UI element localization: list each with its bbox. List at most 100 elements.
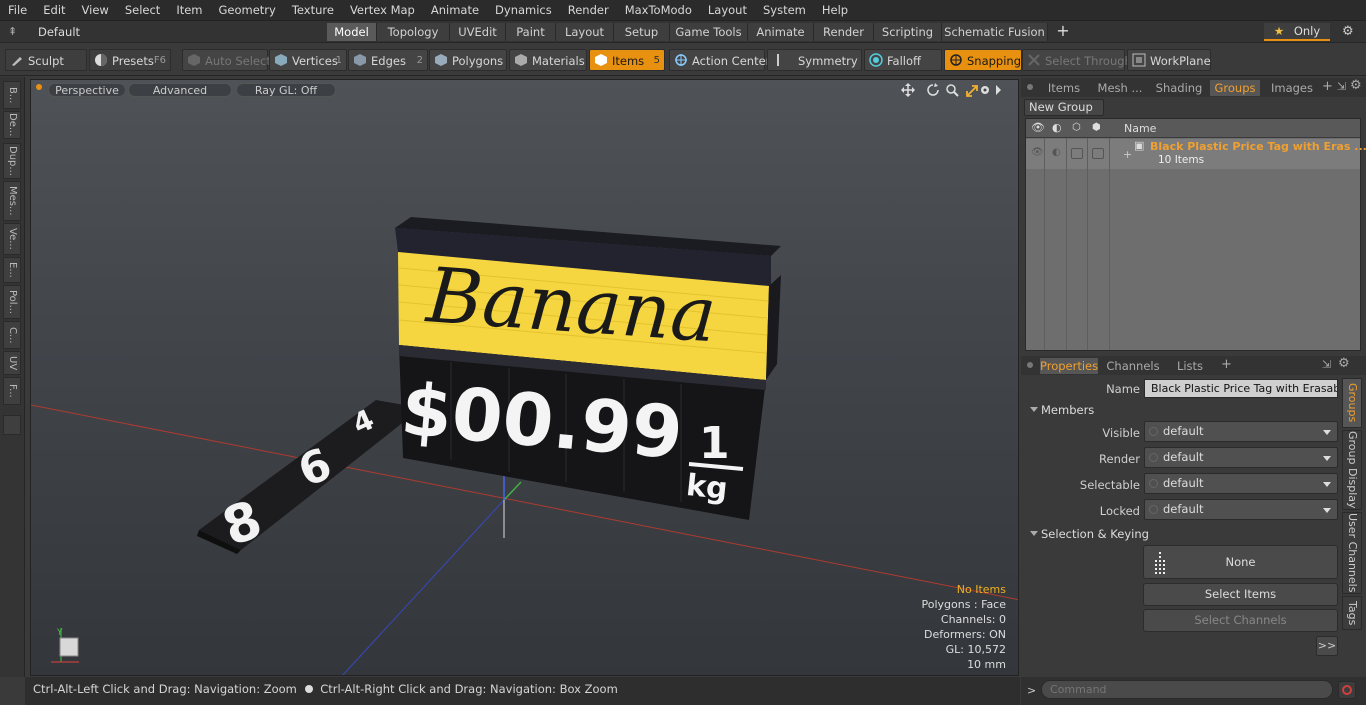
tab-topology[interactable]: Topology (377, 23, 450, 41)
menu-edit[interactable]: Edit (35, 0, 73, 21)
workplane-button[interactable]: WorkPlane (1127, 49, 1211, 71)
presets-button[interactable]: Presets F6 (89, 49, 171, 71)
locked-dropdown[interactable]: default (1144, 499, 1338, 520)
side-tab-tags[interactable]: Tags (1342, 596, 1362, 630)
members-section[interactable]: Members (1025, 402, 1360, 418)
tab-lists[interactable]: Lists (1168, 358, 1212, 374)
tab-animate[interactable]: Animate (748, 23, 814, 41)
left-tab-deform[interactable]: De... (3, 111, 21, 139)
tab-paint[interactable]: Paint (506, 23, 556, 41)
layout-menu-icon[interactable]: ⇞ (8, 25, 20, 38)
expand-plus-icon[interactable]: + (1123, 148, 1132, 161)
panel-gear-icon[interactable]: ⚙ (1350, 78, 1362, 93)
left-tab-edge[interactable]: E... (3, 257, 21, 283)
items-button[interactable]: Items 5 (589, 49, 665, 71)
props-menu-dot[interactable] (1027, 362, 1033, 368)
tab-model[interactable]: Model (327, 23, 377, 41)
action-center-button[interactable]: Action Center (669, 49, 770, 71)
selectable-dropdown[interactable]: default (1144, 473, 1338, 494)
add-props-tab-icon[interactable]: + (1221, 357, 1232, 372)
menu-vertex-map[interactable]: Vertex Map (342, 0, 423, 21)
auto-select-button[interactable]: Auto Select (182, 49, 271, 71)
tab-items[interactable]: Items (1040, 80, 1088, 96)
menu-texture[interactable]: Texture (284, 0, 342, 21)
vertices-button[interactable]: Vertices 1 (269, 49, 347, 71)
side-tab-group-display[interactable]: Group Display (1342, 430, 1362, 510)
more-button[interactable]: >> (1316, 636, 1338, 656)
tab-channels[interactable]: Channels (1104, 358, 1162, 374)
left-tab-expand[interactable] (3, 415, 21, 435)
visible-dropdown[interactable]: default (1144, 421, 1338, 442)
tab-setup[interactable]: Setup (614, 23, 670, 41)
tab-groups[interactable]: Groups (1210, 80, 1260, 96)
snapping-button[interactable]: Snapping (944, 49, 1022, 71)
menu-help[interactable]: Help (814, 0, 856, 21)
row-render-icon[interactable]: ◐ (1052, 147, 1061, 158)
panel-expand-icon[interactable]: ⇲ (1337, 80, 1346, 93)
symmetry-button[interactable]: Symmetry (767, 49, 862, 71)
render-icon[interactable]: ◐ (1052, 121, 1062, 134)
panel-menu-dot[interactable] (1027, 84, 1033, 90)
props-gear-icon[interactable]: ⚙ (1338, 356, 1350, 371)
menu-animate[interactable]: Animate (423, 0, 487, 21)
tab-uvedit[interactable]: UVEdit (450, 23, 506, 41)
side-tab-groups[interactable]: Groups (1342, 378, 1362, 428)
tab-game-tools[interactable]: Game Tools (670, 23, 748, 41)
menu-select[interactable]: Select (117, 0, 168, 21)
falloff-button[interactable]: Falloff (864, 49, 942, 71)
tab-layout[interactable]: Layout (556, 23, 614, 41)
record-button[interactable] (1338, 681, 1356, 699)
left-tab-mesh-edit[interactable]: Mes... (3, 181, 21, 221)
menu-view[interactable]: View (74, 0, 117, 21)
3d-viewport[interactable]: Perspective Advanced Ray GL: Off 8 6 4 B… (30, 79, 1019, 676)
menu-maxtomodo[interactable]: MaxToModo (617, 0, 700, 21)
eye-icon[interactable]: 👁 (1031, 121, 1045, 134)
menu-render[interactable]: Render (560, 0, 617, 21)
render-dropdown[interactable]: default (1144, 447, 1338, 468)
tab-mesh[interactable]: Mesh ... (1092, 80, 1148, 96)
select-channels-button[interactable]: Select Channels (1143, 609, 1338, 632)
menu-item[interactable]: Item (168, 0, 210, 21)
only-button[interactable]: ★ Only (1264, 23, 1330, 41)
add-panel-tab-icon[interactable]: + (1322, 79, 1333, 94)
row-select-checkbox[interactable] (1092, 148, 1104, 159)
props-expand-icon[interactable]: ⇲ (1322, 358, 1331, 371)
left-tab-duplicate[interactable]: Dup... (3, 143, 21, 179)
select-through-button[interactable]: Select Through (1022, 49, 1132, 71)
left-tab-basic[interactable]: B... (3, 81, 21, 109)
menu-layout[interactable]: Layout (700, 0, 755, 21)
left-tab-uv[interactable]: UV (3, 351, 21, 375)
menu-dynamics[interactable]: Dynamics (487, 0, 560, 21)
row-eye-icon[interactable]: 👁 (1031, 147, 1044, 158)
row-lock-checkbox[interactable] (1071, 148, 1083, 159)
tab-schematic-fusion[interactable]: Schematic Fusion (942, 23, 1048, 41)
menu-file[interactable]: File (0, 0, 35, 21)
new-group-button[interactable]: New Group (1024, 99, 1104, 116)
command-input[interactable] (1041, 680, 1333, 699)
edges-button[interactable]: Edges 2 (348, 49, 428, 71)
side-tab-user-channels[interactable]: User Channels (1342, 512, 1362, 594)
materials-button[interactable]: Materials (509, 49, 587, 71)
layout-selector[interactable]: Default Layouts▼ (30, 23, 130, 57)
lock-cube-icon[interactable]: ⬡ (1072, 122, 1081, 133)
sculpt-button[interactable]: Sculpt (5, 49, 87, 71)
group-row[interactable]: 👁 ◐ + ▣ Black Plastic Price Tag with Era… (1026, 139, 1366, 169)
menu-system[interactable]: System (755, 0, 814, 21)
select-items-button[interactable]: Select Items (1143, 583, 1338, 606)
tab-properties[interactable]: Properties (1040, 358, 1098, 374)
left-tab-vertex[interactable]: Ve... (3, 223, 21, 255)
tab-images[interactable]: Images (1266, 80, 1318, 96)
selection-keying-section[interactable]: Selection & Keying (1025, 526, 1360, 542)
left-tab-curve[interactable]: C... (3, 321, 21, 349)
left-tab-fusion[interactable]: F... (3, 377, 21, 405)
select-cube-icon[interactable]: ⬢ (1092, 122, 1101, 133)
tab-shading[interactable]: Shading (1152, 80, 1206, 96)
keying-none-button[interactable]: None (1143, 545, 1338, 579)
tab-scripting[interactable]: Scripting (874, 23, 942, 41)
group-name-input[interactable]: Black Plastic Price Tag with Erasable Di (1144, 379, 1338, 398)
polygons-button[interactable]: Polygons (429, 49, 507, 71)
menu-geometry[interactable]: Geometry (211, 0, 284, 21)
tab-render[interactable]: Render (814, 23, 874, 41)
gear-icon[interactable]: ⚙ (1342, 24, 1354, 39)
left-tab-polygon[interactable]: Pol... (3, 285, 21, 319)
